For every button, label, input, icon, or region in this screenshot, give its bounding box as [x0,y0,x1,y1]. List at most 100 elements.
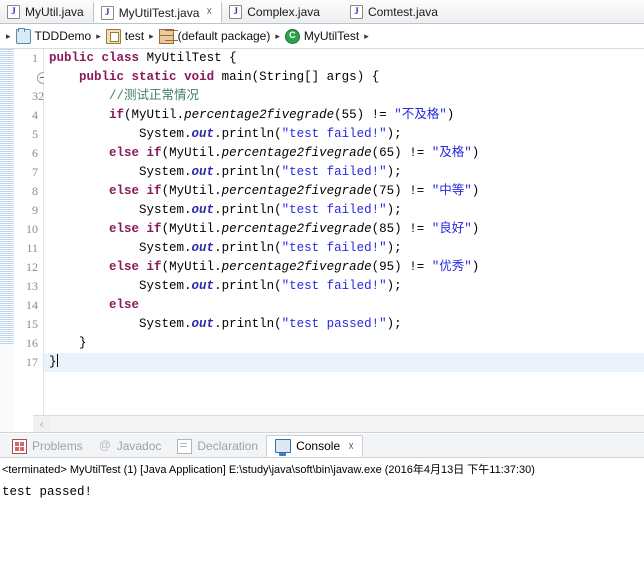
op: != [409,222,425,236]
line-number: 1 [32,51,38,65]
close-icon[interactable]: ☓ [206,7,212,18]
code-line: public class MyUtilTest { [49,51,237,65]
eclipse-ide-window: MyUtil.java MyUtilTest.java ☓ Complex.ja… [0,0,644,573]
console-status-line: <terminated> MyUtilTest (1) [Java Applic… [2,464,535,476]
field: out [191,317,215,331]
ident: System [139,165,185,179]
kw: class [101,51,140,65]
method: percentage2fivegrade [221,260,372,274]
line-number: 7 [32,165,38,179]
breadcrumb-separator: ▸ [149,30,154,41]
code-line-current: } [44,353,644,372]
class-icon [284,28,300,44]
breadcrumb-item-class[interactable]: MyUtilTest [284,28,360,44]
ident: println [221,127,275,141]
line-number: 16 [26,336,38,350]
kw: else [109,298,140,312]
editor-tab-complex[interactable]: Complex.java [222,1,329,23]
ident: args [326,70,357,84]
line-number: 11 [26,241,38,255]
editor-tab-myutil[interactable]: MyUtil.java [0,1,93,23]
line-number: 13 [26,279,38,293]
string: "良好" [431,222,472,236]
editor-tab-label: MyUtilTest.java [118,5,200,20]
breadcrumb: ▸ TDDDemo ▸ test ▸ (default package) ▸ M… [0,24,644,49]
line-number-gutter: 1 2 3 4 5 6 7 8 9 10 11 12 13 14 15 16 1… [14,49,49,432]
line-number: 5 [32,127,38,141]
breadcrumb-separator: ▸ [6,30,11,41]
ident: main [221,70,252,84]
kw: else [109,184,140,198]
string: "test failed!" [281,279,387,293]
tab-problems[interactable]: Problems [4,435,91,457]
tab-label: Console [296,439,341,453]
console-view[interactable]: <terminated> MyUtilTest (1) [Java Applic… [0,458,644,572]
string: "test failed!" [281,203,387,217]
editor-tab-comtest[interactable]: Comtest.java [343,1,447,23]
breadcrumb-label: MyUtilTest [303,29,360,43]
code-line: System.out.println("test failed!"); [139,203,402,217]
ident: println [221,203,275,217]
editor-tab-myutiltest[interactable]: MyUtilTest.java ☓ [92,1,223,23]
num: 65 [379,146,395,160]
breadcrumb-separator: ▸ [275,30,280,41]
line-number: 3 [32,89,38,103]
ident: System [139,279,185,293]
op: != [409,184,425,198]
code-line: System.out.println("test failed!"); [139,165,402,179]
op: != [371,108,387,122]
breadcrumb-item-project[interactable]: TDDDemo [15,27,92,44]
kw: static [131,70,177,84]
breadcrumb-label: (default package) [177,29,271,43]
string: "test passed!" [281,317,387,331]
string: "优秀" [431,260,472,274]
code-line: System.out.println("test failed!"); [139,127,402,141]
package-icon [158,28,174,44]
ident: println [221,317,275,331]
java-file-icon [229,4,243,19]
code-line: else if(MyUtil.percentage2fivegrade(65) … [109,146,480,160]
kw: else [109,222,140,236]
line-number: 10 [26,222,38,236]
code-text-area[interactable]: public class MyUtilTest { public static … [44,49,644,432]
string: "test failed!" [281,127,387,141]
source-folder-icon [105,28,121,44]
line-number: 9 [32,203,38,217]
breadcrumb-label: TDDDemo [34,29,92,43]
string: "test failed!" [281,165,387,179]
op: != [409,260,425,274]
code-line: System.out.println("test passed!"); [139,317,402,331]
tab-declaration[interactable]: Declaration [169,435,266,457]
tab-console[interactable]: Console ☓ [266,435,363,457]
editor-tab-label: MyUtil.java [25,5,84,19]
scroll-left-arrow-icon[interactable]: ‹ [33,416,50,432]
console-output: test passed! [2,485,93,499]
kw: if [109,108,125,122]
close-icon[interactable]: ☓ [348,440,354,453]
num: 85 [379,222,395,236]
kw: void [184,70,215,84]
kw: public [49,51,95,65]
num: 75 [379,184,395,198]
code-editor[interactable]: 1 2 3 4 5 6 7 8 9 10 11 12 13 14 15 16 1… [0,49,644,433]
tab-label: Problems [32,439,83,453]
problems-icon [12,438,27,454]
method: percentage2fivegrade [221,146,372,160]
string: "test failed!" [281,241,387,255]
field: out [191,127,215,141]
kw: if [146,260,162,274]
breadcrumb-separator: ▸ [96,30,101,41]
comment: //测试正常情况 [109,89,200,103]
editor-horizontal-scrollbar[interactable]: ‹ [33,415,644,432]
code-line: System.out.println("test failed!"); [139,241,402,255]
breadcrumb-item-sourcefolder[interactable]: test [105,28,144,44]
editor-tab-label: Comtest.java [367,5,438,19]
field: out [191,203,215,217]
breadcrumb-item-package[interactable]: (default package) [158,28,271,44]
text-cursor [56,354,58,367]
code-line: else if(MyUtil.percentage2fivegrade(85) … [109,222,480,236]
ident: System [139,127,185,141]
scrollbar-track[interactable] [50,416,644,432]
code-line: else if(MyUtil.percentage2fivegrade(75) … [109,184,480,198]
tab-javadoc[interactable]: Javadoc [91,435,170,457]
